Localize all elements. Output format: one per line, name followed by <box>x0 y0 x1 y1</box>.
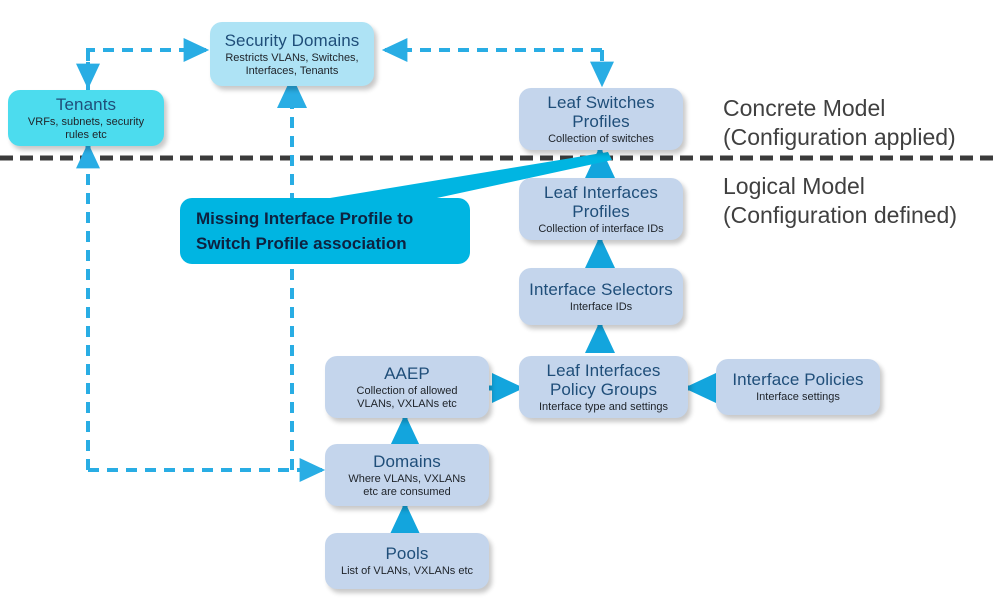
node-tenants[interactable]: Tenants VRFs, subnets, security rules et… <box>8 90 164 146</box>
node-subtitle: Collection of allowed VLANs, VXLANs etc <box>356 384 458 410</box>
diagram-canvas: Security Domains Restricts VLANs, Switch… <box>0 0 999 600</box>
node-title: Leaf Interfaces Profiles <box>544 182 658 221</box>
node-subtitle: VRFs, subnets, security rules etc <box>27 115 145 141</box>
node-subtitle: Interface IDs <box>569 300 633 313</box>
node-title: Leaf Switches Profiles <box>547 92 655 131</box>
node-leaf-switches-profiles[interactable]: Leaf Switches Profiles Collection of swi… <box>519 88 683 150</box>
node-subtitle: Restricts VLANs, Switches, Interfaces, T… <box>225 51 359 77</box>
node-subtitle: Where VLANs, VXLANs etc are consumed <box>348 472 466 498</box>
node-title: Security Domains <box>224 30 360 50</box>
node-title: Interface Policies <box>732 370 864 389</box>
node-interface-policies[interactable]: Interface Policies Interface settings <box>716 359 880 415</box>
node-subtitle: Collection of switches <box>548 132 654 145</box>
node-subtitle: Interface settings <box>756 391 840 403</box>
callout-line-2: Switch Profile association <box>196 234 407 253</box>
callout-missing-association[interactable]: Missing Interface Profile to Switch Prof… <box>180 198 470 264</box>
node-leaf-interfaces-profiles[interactable]: Leaf Interfaces Profiles Collection of i… <box>519 178 683 240</box>
node-leaf-interfaces-policy-groups[interactable]: Leaf Interfaces Policy Groups Interface … <box>519 356 688 418</box>
node-subtitle: Collection of interface IDs <box>538 222 664 235</box>
label-logical-model: Logical Model (Configuration defined) <box>723 173 957 228</box>
node-title: Pools <box>385 544 429 563</box>
node-subtitle: List of VLANs, VXLANs etc <box>340 565 474 577</box>
node-title: AAEP <box>384 363 430 383</box>
node-title: Domains <box>373 451 441 471</box>
arrow-securitydomains-to-tenants <box>86 38 210 92</box>
node-title: Tenants <box>55 94 117 114</box>
node-pools[interactable]: Pools List of VLANs, VXLANs etc <box>325 533 489 589</box>
node-title: Interface Selectors <box>529 279 673 299</box>
node-subtitle: Interface type and settings <box>538 400 669 413</box>
label-concrete-model: Concrete Model (Configuration applied) <box>723 95 956 150</box>
node-interface-selectors[interactable]: Interface Selectors Interface IDs <box>519 268 683 325</box>
node-domains[interactable]: Domains Where VLANs, VXLANs etc are cons… <box>325 444 489 506</box>
node-aaep[interactable]: AAEP Collection of allowed VLANs, VXLANs… <box>325 356 489 418</box>
node-security-domains[interactable]: Security Domains Restricts VLANs, Switch… <box>210 22 374 86</box>
node-title: Leaf Interfaces Policy Groups <box>546 360 661 399</box>
callout-line-1: Missing Interface Profile to <box>196 209 414 228</box>
